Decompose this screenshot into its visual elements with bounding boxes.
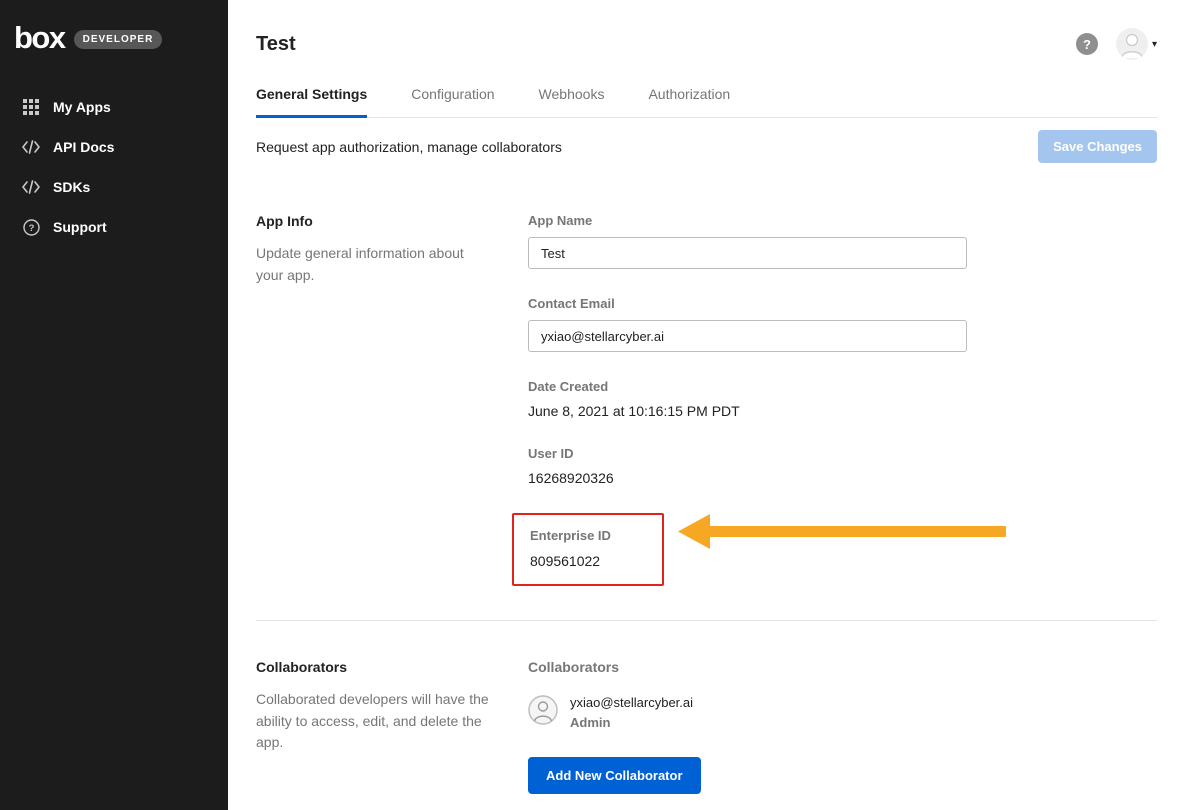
collaborator-row: yxiao@stellarcyber.ai Admin	[528, 695, 1157, 730]
app-info-intro: App Info Update general information abou…	[256, 213, 528, 590]
tab-bar: General Settings Configuration Webhooks …	[256, 86, 1157, 118]
question-circle-icon: ?	[22, 218, 40, 236]
collaborators-heading: Collaborators	[256, 659, 528, 675]
tab-configuration[interactable]: Configuration	[411, 86, 494, 118]
collaborators-section: Collaborators Collaborated developers wi…	[256, 659, 1157, 794]
collaborators-list-label: Collaborators	[528, 659, 1157, 675]
collaborator-info: yxiao@stellarcyber.ai Admin	[570, 695, 693, 730]
help-icon[interactable]: ?	[1076, 33, 1098, 55]
collaborator-role: Admin	[570, 715, 693, 730]
add-new-collaborator-button[interactable]: Add New Collaborator	[528, 757, 701, 794]
sidebar-item-sdks[interactable]: SDKs	[12, 167, 228, 207]
logo[interactable]: box DEVELOPER	[0, 0, 228, 87]
date-created-label: Date Created	[528, 379, 1157, 394]
sidebar-item-label: SDKs	[53, 179, 90, 195]
page-title: Test	[256, 33, 296, 56]
contact-email-label: Contact Email	[528, 296, 1157, 311]
sidebar: box DEVELOPER My Apps API D	[0, 0, 228, 810]
code-icon	[22, 178, 40, 196]
account-menu[interactable]: ▾	[1116, 28, 1157, 60]
app-name-label: App Name	[528, 213, 1157, 228]
chevron-down-icon: ▾	[1152, 39, 1157, 50]
sidebar-nav: My Apps API Docs SDKs ?	[0, 87, 228, 247]
collaborators-description: Collaborated developers will have the ab…	[256, 689, 492, 754]
sidebar-item-label: API Docs	[53, 139, 114, 155]
developer-badge: DEVELOPER	[74, 30, 163, 49]
contact-email-field-group: Contact Email	[528, 296, 1157, 352]
toolbar: Request app authorization, manage collab…	[256, 118, 1157, 173]
tab-general-settings[interactable]: General Settings	[256, 86, 367, 118]
sidebar-item-support[interactable]: ? Support	[12, 207, 228, 247]
date-created-field-group: Date Created June 8, 2021 at 10:16:15 PM…	[528, 379, 1157, 419]
header-actions: ? ▾	[1076, 28, 1157, 60]
box-logo: box	[14, 22, 65, 53]
app-name-input[interactable]	[528, 237, 967, 269]
avatar	[1116, 28, 1148, 60]
sidebar-item-my-apps[interactable]: My Apps	[12, 87, 228, 127]
code-icon	[22, 138, 40, 156]
collaborator-avatar	[528, 695, 558, 725]
svg-text:?: ?	[28, 223, 34, 234]
enterprise-id-highlight-box: Enterprise ID 809561022	[512, 513, 664, 586]
tab-webhooks[interactable]: Webhooks	[539, 86, 605, 118]
app-info-description: Update general information about your ap…	[256, 243, 492, 286]
sidebar-item-label: Support	[53, 219, 107, 235]
app-name-field-group: App Name	[528, 213, 1157, 269]
app-info-heading: App Info	[256, 213, 528, 229]
collaborators-intro: Collaborators Collaborated developers wi…	[256, 659, 528, 794]
grid-icon	[22, 98, 40, 116]
main-content: Test ? ▾ General Settings Configuration …	[228, 0, 1178, 810]
app-info-section: App Info Update general information abou…	[256, 213, 1157, 590]
date-created-value: June 8, 2021 at 10:16:15 PM PDT	[528, 403, 1157, 419]
toolbar-description: Request app authorization, manage collab…	[256, 139, 562, 155]
page-header: Test ? ▾	[256, 0, 1157, 60]
section-divider	[256, 620, 1157, 621]
user-id-label: User ID	[528, 446, 1157, 461]
collaborator-email: yxiao@stellarcyber.ai	[570, 695, 693, 710]
save-changes-button[interactable]: Save Changes	[1038, 130, 1157, 163]
sidebar-item-label: My Apps	[53, 99, 111, 115]
enterprise-id-value: 809561022	[530, 553, 646, 569]
tab-authorization[interactable]: Authorization	[648, 86, 730, 118]
app-info-form: App Name Contact Email Date Created June…	[528, 213, 1157, 590]
user-id-field-group: User ID 16268920326	[528, 446, 1157, 486]
collaborators-panel: Collaborators yxiao@stellarcyber.ai Admi…	[528, 659, 1157, 794]
contact-email-input[interactable]	[528, 320, 967, 352]
enterprise-id-label: Enterprise ID	[530, 528, 646, 543]
sidebar-item-api-docs[interactable]: API Docs	[12, 127, 228, 167]
user-id-value: 16268920326	[528, 470, 1157, 486]
